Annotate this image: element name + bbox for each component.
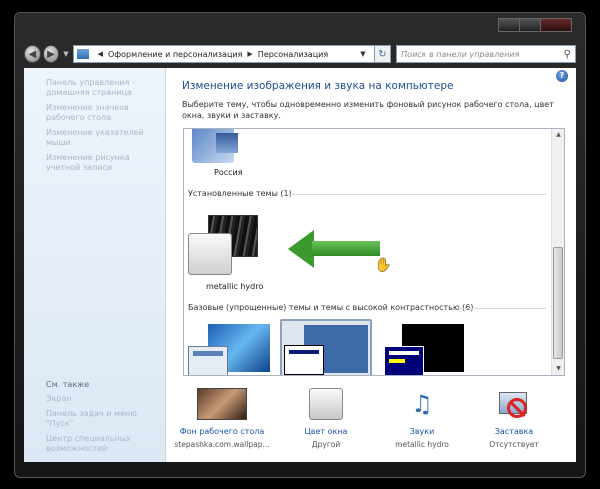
help-icon[interactable]: ? [556, 70, 568, 82]
arrow-pointer-shaft [312, 241, 380, 256]
recent-pages-dropdown[interactable]: ▼ [63, 50, 68, 58]
caption-buttons [498, 18, 572, 32]
scroll-thumb[interactable] [553, 247, 563, 359]
sidebar-item-desktop-icons[interactable]: Изменение значков рабочего стола [46, 103, 157, 123]
screensaver-link[interactable]: Заставка [466, 427, 562, 436]
theme-russia-label: Россия [214, 168, 243, 177]
search-icon[interactable]: ⚲ [564, 49, 571, 60]
sidebar-item-mouse-pointers[interactable]: Изменение указателей мыши [46, 128, 157, 148]
refresh-icon: ↻ [378, 48, 387, 60]
minimize-button[interactable] [498, 18, 520, 32]
theme-russia-thumbnail[interactable] [192, 129, 238, 163]
wallpaper-link[interactable]: Фон рабочего стола [174, 427, 270, 436]
back-arrow-icon: ◀ [28, 48, 37, 60]
search-input[interactable]: Поиск в панели управления ⚲ [396, 45, 576, 63]
window-color-setting[interactable]: Цвет окна Другой [278, 388, 374, 449]
theme-list[interactable]: Россия Установленные темы (1) metallic h… [183, 128, 565, 376]
wallpaper-setting[interactable]: Фон рабочего стола stepashka.com.wallpap… [174, 388, 270, 449]
back-button[interactable]: ◀ [24, 45, 41, 63]
hand-cursor-icon: ✋ [375, 258, 392, 273]
wallpaper-value: stepashka.com.wallpap... [174, 440, 270, 449]
see-also-section: См. также Экран Панель задач и меню "Пус… [46, 380, 161, 459]
sidebar-item-account-picture[interactable]: Изменение рисунка учетной записи [46, 153, 157, 173]
navigation-bar: ◀ ▶ ▼ ◀ Оформление и персонализация ▶ Пе… [24, 42, 576, 66]
sidebar: Панель управления - домашняя страница Из… [24, 68, 166, 462]
group-divider [456, 308, 546, 309]
content-area: Панель управления - домашняя страница Из… [24, 68, 576, 462]
close-button[interactable] [540, 18, 572, 32]
wallpaper-thumbnail[interactable] [197, 388, 247, 420]
theme-settings-bar: Фон рабочего стола stepashka.com.wallpap… [174, 388, 574, 458]
see-also-heading: См. также [46, 380, 90, 389]
group-divider [284, 194, 546, 195]
theme-hydro-glass-swatch[interactable] [188, 233, 232, 275]
breadcrumb-separator: ◀ [97, 50, 103, 58]
theme-windows7-basic[interactable] [188, 324, 273, 375]
theme-list-scrollbar[interactable]: ▲ ▼ [551, 129, 564, 375]
window-color-value: Другой [311, 440, 341, 449]
refresh-button[interactable]: ↻ [374, 45, 392, 63]
basic-themes-heading: Базовые (упрощенные) темы и темы с высок… [188, 303, 474, 312]
window-color-swatch[interactable] [309, 388, 343, 420]
see-also-taskbar[interactable]: Панель задач и меню "Пуск" [46, 409, 161, 429]
maximize-button[interactable] [519, 18, 541, 32]
breadcrumb-appearance[interactable]: Оформление и персонализация [108, 50, 242, 59]
breadcrumb-personalization[interactable]: Персонализация [258, 50, 328, 59]
sounds-icon[interactable]: ♫ [402, 388, 442, 420]
theme-hydro-label: metallic hydro [206, 282, 264, 291]
address-bar[interactable]: ◀ Оформление и персонализация ▶ Персонал… [72, 45, 375, 63]
sidebar-item-home[interactable]: Панель управления - домашняя страница [46, 78, 157, 98]
installed-themes-heading: Установленные темы (1) [188, 189, 292, 198]
breadcrumb-separator: ▶ [247, 50, 253, 58]
window-color-link[interactable]: Цвет окна [278, 427, 374, 436]
see-also-ease-of-access[interactable]: Центр специальных возможностей [46, 434, 161, 454]
control-panel-icon [76, 49, 89, 59]
theme-high-contrast[interactable] [384, 324, 464, 375]
main-pane: ? Изменение изображения и звука на компь… [166, 68, 576, 462]
sounds-value: metallic hydro [395, 440, 449, 449]
theme-windows-classic-selected[interactable] [280, 319, 372, 375]
screensaver-setting[interactable]: Заставка Отсутствует [466, 388, 562, 449]
see-also-display[interactable]: Экран [46, 394, 161, 404]
title-bar [14, 12, 586, 44]
page-description: Выберите тему, чтобы одновременно измени… [182, 100, 554, 120]
screensaver-value: Отсутствует [489, 440, 539, 449]
page-title: Изменение изображения и звука на компьют… [182, 80, 454, 92]
screensaver-icon[interactable] [497, 388, 531, 420]
forward-arrow-icon: ▶ [47, 48, 55, 60]
address-dropdown-icon[interactable]: ▼ [360, 50, 365, 58]
search-placeholder: Поиск в панели управления [401, 49, 520, 59]
sounds-link[interactable]: Звуки [374, 427, 470, 436]
scroll-down-icon[interactable]: ▼ [552, 363, 564, 375]
forward-button[interactable]: ▶ [42, 45, 60, 63]
arrow-pointer-icon [288, 230, 314, 268]
scroll-up-icon[interactable]: ▲ [552, 129, 564, 141]
sounds-setting[interactable]: ♫ Звуки metallic hydro [374, 388, 470, 449]
